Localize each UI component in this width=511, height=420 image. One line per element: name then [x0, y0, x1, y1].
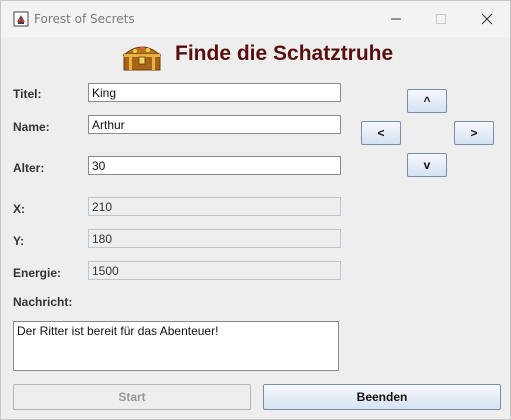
x-field [88, 197, 341, 216]
energy-label: Energie: [13, 266, 62, 280]
x-label: X: [13, 202, 25, 216]
energy-field [88, 261, 341, 280]
close-button[interactable] [473, 9, 501, 29]
y-label: Y: [13, 234, 25, 248]
move-right-button[interactable]: > [454, 121, 494, 145]
title-field[interactable] [88, 83, 341, 102]
age-label: Alter: [13, 161, 45, 175]
move-up-button[interactable]: ^ [407, 89, 447, 113]
app-window: Forest of Secrets Finde die Schatztruhe … [0, 0, 511, 420]
y-field [88, 229, 341, 248]
window-title: Forest of Secrets [34, 12, 135, 26]
treasure-chest-icon [121, 42, 163, 72]
minimize-icon [391, 18, 401, 20]
name-label: Name: [13, 120, 50, 134]
page-title: Finde die Schatztruhe [175, 42, 394, 65]
start-button[interactable]: Start [13, 384, 251, 410]
maximize-button[interactable] [427, 9, 455, 29]
title-label: Titel: [13, 87, 42, 101]
message-area[interactable]: Der Ritter ist bereit für das Abenteuer! [13, 321, 339, 371]
java-app-icon [13, 11, 29, 27]
quit-button[interactable]: Beenden [263, 384, 501, 410]
message-label: Nachricht: [13, 295, 73, 309]
move-down-button[interactable]: v [407, 153, 447, 177]
maximize-icon [436, 14, 446, 24]
title-bar: Forest of Secrets [1, 1, 510, 37]
move-left-button[interactable]: < [361, 121, 401, 145]
minimize-button[interactable] [382, 9, 410, 29]
close-icon [481, 13, 493, 25]
age-field[interactable] [88, 156, 341, 175]
name-field[interactable] [88, 115, 341, 134]
